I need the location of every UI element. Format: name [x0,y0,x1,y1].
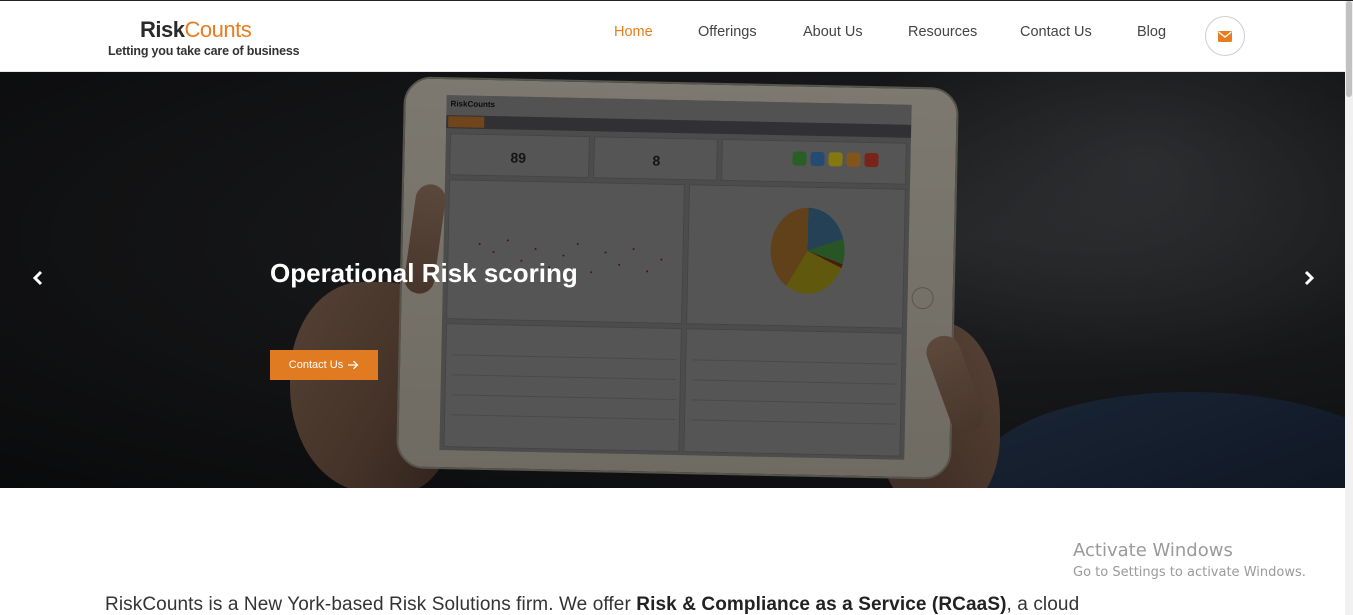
nav-item-home[interactable]: Home [614,24,653,40]
nav-item-offerings[interactable]: Offerings [698,24,757,40]
hero-contact-button-label: Contact Us [288,359,344,371]
nav-item-contact-us[interactable]: Contact Us [1020,24,1092,40]
intro-text-start: RiskCounts is a New York-based Risk Solu… [105,594,637,615]
logo-tagline: Letting you take care of business [108,44,300,58]
page-scrollbar[interactable] [1345,1,1353,615]
page: RiskCounts Letting you take care of busi… [0,0,1353,615]
slider-next-button[interactable] [1291,260,1327,296]
watermark-subtitle: Go to Settings to activate Windows. [1073,565,1306,580]
slider-prev-button[interactable] [20,260,56,296]
scrollbar-thumb[interactable] [1346,1,1352,97]
arrow-right-icon [348,360,359,370]
logo-word-counts: Counts [184,17,252,42]
hero-contact-button[interactable]: Contact Us [270,350,378,380]
site-logo[interactable]: RiskCounts Letting you take care of busi… [108,17,300,61]
chevron-left-icon [32,270,43,286]
envelope-icon [1218,30,1232,42]
watermark-title: Activate Windows [1073,540,1233,561]
intro-text-end: , a cloud [1006,594,1080,615]
intro-paragraph: RiskCounts is a New York-based Risk Solu… [105,594,1079,615]
mail-button[interactable] [1205,16,1245,56]
chevron-right-icon [1304,270,1315,286]
logo-word-risk: Risk [140,17,185,42]
nav-item-resources[interactable]: Resources [908,24,977,40]
logo-wordmark: RiskCounts [140,17,252,43]
hero-title: Operational Risk scoring [270,258,578,288]
nav-item-blog[interactable]: Blog [1137,24,1166,40]
site-header: RiskCounts Letting you take care of busi… [0,1,1345,72]
hero-slider: RiskCounts 89 8 Operational Risk scoring… [0,72,1345,488]
nav-item-about-us[interactable]: About Us [803,24,863,40]
intro-text-bold: Risk & Compliance as a Service (RCaaS) [636,594,1007,615]
hero-dark-overlay [0,72,1345,488]
windows-activation-watermark: Activate Windows Go to Settings to activ… [1073,540,1306,580]
